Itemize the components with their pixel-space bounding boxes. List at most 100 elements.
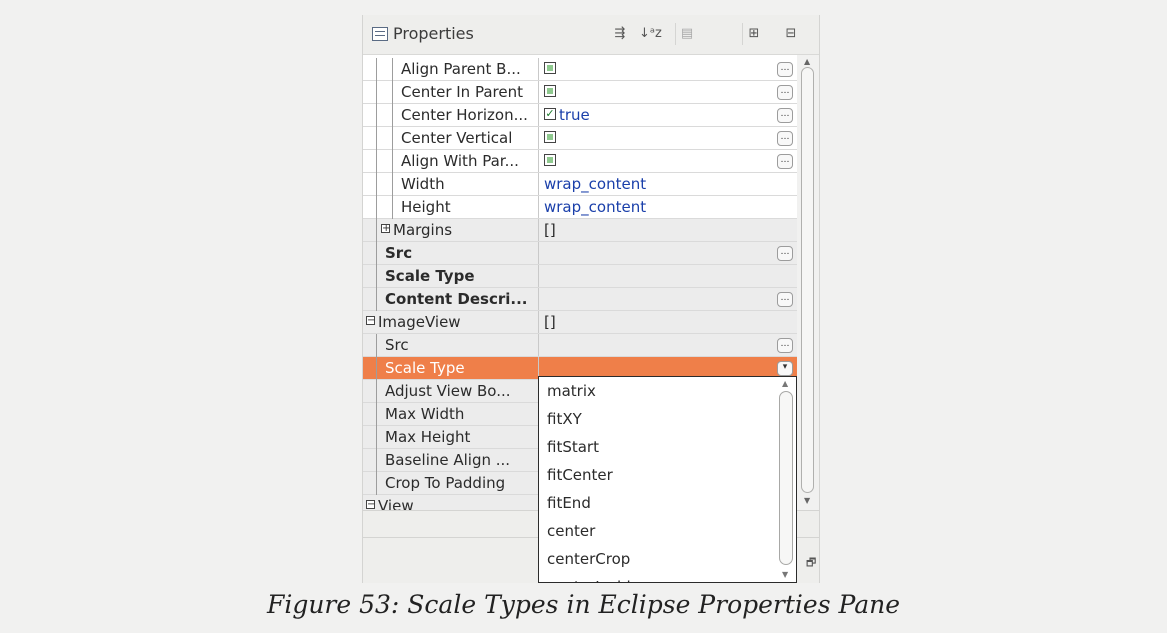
dropdown-option[interactable]: center xyxy=(547,522,595,540)
property-row[interactable]: Src … xyxy=(363,242,797,265)
properties-header: Properties ⇶ ↓ᵃz ▤ ⊞ ⊟ xyxy=(363,15,819,55)
tree-guide xyxy=(376,334,377,357)
tree-guide xyxy=(392,127,393,150)
tree-guide xyxy=(376,403,377,426)
property-name: Margins xyxy=(393,221,453,239)
property-value[interactable]: [] xyxy=(544,313,556,331)
property-row[interactable]: Center In Parent … xyxy=(363,81,797,104)
column-separator xyxy=(538,81,539,103)
dropdown-scroll-down-icon[interactable]: ▼ xyxy=(782,570,788,579)
property-value[interactable]: wrap_content xyxy=(544,175,646,193)
ellipsis-button[interactable]: … xyxy=(777,108,793,123)
property-name: Height xyxy=(401,198,451,216)
tree-guide xyxy=(392,196,393,219)
column-separator xyxy=(538,173,539,195)
property-checkbox[interactable] xyxy=(544,154,556,166)
property-value[interactable]: [] xyxy=(544,221,556,239)
dropdown-option[interactable]: fitXY xyxy=(547,410,582,428)
column-separator xyxy=(538,334,539,356)
column-separator xyxy=(538,196,539,218)
property-row[interactable]: Width wrap_content xyxy=(363,173,797,196)
ellipsis-button[interactable]: … xyxy=(777,85,793,100)
collapse-icon[interactable]: − xyxy=(366,316,375,326)
collapse-all-icon[interactable]: ⊟ xyxy=(780,23,802,45)
figure-caption: Figure 53: Scale Types in Eclipse Proper… xyxy=(266,590,900,619)
tree-guide xyxy=(376,380,377,403)
property-row[interactable]: − ImageView [] xyxy=(363,311,797,334)
collapse-icon[interactable]: − xyxy=(366,500,375,510)
property-name: Adjust View Bo... xyxy=(385,382,511,400)
expand-icon[interactable]: + xyxy=(381,224,390,234)
tree-guide xyxy=(376,449,377,472)
dropdown-option[interactable]: fitEnd xyxy=(547,494,591,512)
property-row[interactable]: Src … xyxy=(363,334,797,357)
property-checkbox[interactable] xyxy=(544,85,556,97)
property-value[interactable]: true xyxy=(559,106,590,124)
tree-guide xyxy=(376,265,377,288)
tree-guide xyxy=(376,357,377,380)
tree-guide xyxy=(376,127,377,150)
dropdown-option[interactable]: centerCrop xyxy=(547,550,630,568)
property-row[interactable]: Scale Type xyxy=(363,265,797,288)
property-row[interactable]: Content Descri...… xyxy=(363,288,797,311)
sort-alpha-icon[interactable]: ↓ᵃz xyxy=(639,23,662,45)
property-name: Center Horizon... xyxy=(401,106,528,124)
dropdown-button[interactable]: ▾ xyxy=(777,361,793,376)
column-separator xyxy=(538,311,539,333)
tree-guide xyxy=(392,150,393,173)
ellipsis-button[interactable]: … xyxy=(777,131,793,146)
tree-guide xyxy=(376,58,377,81)
tree-guide xyxy=(392,173,393,196)
property-value[interactable]: wrap_content xyxy=(544,198,646,216)
panel-title: Properties xyxy=(393,24,474,43)
dropdown-option[interactable]: fitCenter xyxy=(547,466,613,484)
property-name: Crop To Padding xyxy=(385,474,506,492)
property-row[interactable]: Align Parent B... … xyxy=(363,58,797,81)
dropdown-scrollbar[interactable]: ▲ ▼ xyxy=(777,377,796,582)
property-row[interactable]: Height wrap_content xyxy=(363,196,797,219)
property-row[interactable]: Center Vertical… xyxy=(363,127,797,150)
scale-type-dropdown-list[interactable]: ▲ ▼ matrix fitXY fitStart fitCenter fitEnd ce… xyxy=(538,376,797,583)
property-row[interactable]: Center Horizon... ✓ true … xyxy=(363,104,797,127)
property-row[interactable]: Align With Par... … xyxy=(363,150,797,173)
ellipsis-button[interactable]: … xyxy=(777,246,793,261)
scrollbar-thumb[interactable] xyxy=(801,67,814,493)
restore-window-icon[interactable]: 🗗 xyxy=(806,554,816,573)
dropdown-option[interactable]: matrix xyxy=(547,382,596,400)
property-name: Src xyxy=(385,336,409,354)
property-name: Center In Parent xyxy=(401,83,523,101)
property-checkbox[interactable]: ✓ xyxy=(544,108,556,120)
scroll-up-arrow-icon[interactable]: ▲ xyxy=(804,57,810,66)
property-checkbox[interactable] xyxy=(544,131,556,143)
ellipsis-button[interactable]: … xyxy=(777,62,793,77)
show-advanced-icon[interactable]: ⇶ xyxy=(609,23,631,45)
property-name: Align With Par... xyxy=(401,152,519,170)
expand-all-icon[interactable]: ⊞ xyxy=(742,23,765,45)
tree-guide xyxy=(376,104,377,127)
dropdown-scrollbar-thumb[interactable] xyxy=(779,391,793,565)
property-name: Scale Type xyxy=(385,359,465,377)
tree-guide xyxy=(376,426,377,449)
column-separator xyxy=(538,58,539,80)
property-name: Src xyxy=(385,244,413,262)
property-name: Max Height xyxy=(385,428,471,446)
dropdown-option[interactable]: fitStart xyxy=(547,438,599,456)
property-checkbox[interactable] xyxy=(544,62,556,74)
property-name: Baseline Align ... xyxy=(385,451,511,469)
dropdown-scroll-up-icon[interactable]: ▲ xyxy=(782,379,788,388)
scroll-down-arrow-icon[interactable]: ▼ xyxy=(804,496,810,505)
property-table-scrollbar[interactable]: ▲ ▼ xyxy=(797,55,819,510)
property-row[interactable]: + Margins [] xyxy=(363,219,797,242)
restore-default-icon[interactable]: ▤ xyxy=(675,23,698,45)
ellipsis-button[interactable]: … xyxy=(777,338,793,353)
column-separator xyxy=(538,219,539,241)
ellipsis-button[interactable]: … xyxy=(777,154,793,169)
property-name: Align Parent B... xyxy=(401,60,521,78)
ellipsis-button[interactable]: … xyxy=(777,292,793,307)
tree-guide xyxy=(376,288,377,311)
tree-guide xyxy=(376,242,377,265)
column-separator xyxy=(538,150,539,172)
property-name: View xyxy=(378,497,414,510)
tree-guide xyxy=(376,173,377,196)
dropdown-option[interactable]: centerInside xyxy=(547,578,640,582)
